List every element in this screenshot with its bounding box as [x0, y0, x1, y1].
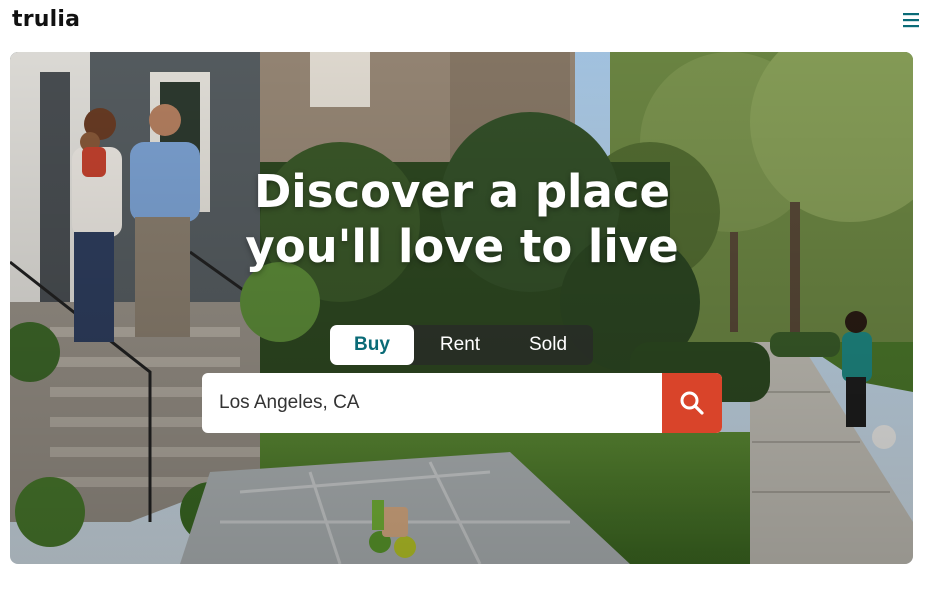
- hero-section: Discover a place you'll love to live Buy…: [10, 52, 913, 564]
- tab-rent[interactable]: Rent: [420, 325, 500, 365]
- search-input[interactable]: [202, 373, 662, 433]
- tab-sold[interactable]: Sold: [508, 325, 588, 365]
- trulia-logo[interactable]: trulia: [12, 7, 80, 32]
- search-icon: [680, 391, 704, 415]
- tab-buy[interactable]: Buy: [330, 325, 414, 365]
- top-bar: trulia: [0, 0, 928, 42]
- hero-background-photo: [10, 52, 913, 564]
- menu-button[interactable]: [898, 8, 924, 32]
- search-type-tabs: Buy Rent Sold: [330, 325, 593, 365]
- hamburger-menu-icon: [903, 13, 919, 28]
- search-button[interactable]: [662, 373, 722, 433]
- search-bar: [202, 373, 722, 433]
- hero-headline: Discover a place you'll love to live: [245, 165, 679, 273]
